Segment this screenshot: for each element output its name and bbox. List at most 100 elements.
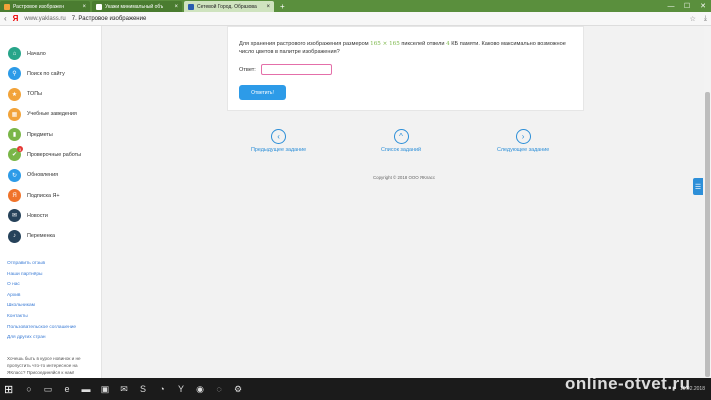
sidebar-item-5[interactable]: ✔ 3 Проверочные работы xyxy=(0,146,101,162)
sidebar-item-label: Начало xyxy=(27,50,46,57)
bookmark-icon[interactable]: ☆ xyxy=(690,15,696,23)
yandex-logo-icon[interactable]: Я xyxy=(13,14,19,23)
sidebar-promo-text: Хочешь быть в курсе новинок и не пропуст… xyxy=(7,356,81,375)
tab-close-icon[interactable]: × xyxy=(174,4,178,10)
prev-task-link[interactable]: ‹ Предыдущее задание xyxy=(251,129,306,153)
next-task-link[interactable]: › Следующее задание xyxy=(497,129,549,153)
tab-label: Укажи минимальный объ xyxy=(105,3,164,10)
edge-icon[interactable]: e xyxy=(61,383,73,395)
books-icon: ▮ xyxy=(8,128,21,142)
close-icon[interactable]: ✕ xyxy=(695,2,711,10)
school-icon: ▦ xyxy=(8,107,21,121)
bell-icon: ♪ xyxy=(8,229,21,243)
yandex-browser-icon[interactable]: Y xyxy=(175,383,187,395)
footer-link[interactable]: Наши партнёры xyxy=(7,272,76,283)
question-size-value: 165 × 165 xyxy=(370,41,400,47)
footer-link[interactable]: Школьникам xyxy=(7,303,76,314)
tab-close-icon[interactable]: × xyxy=(266,4,270,10)
windows-start-icon[interactable]: ⊞ xyxy=(4,383,16,396)
answer-label: Ответ: xyxy=(239,67,256,73)
footer-link[interactable]: Отправить отзыв xyxy=(7,261,76,272)
mail-icon[interactable]: ✉ xyxy=(118,383,130,395)
sidebar: ⌂ Начало ⚲ Поиск по сайту ★ ТОПы ▦ Учебные заве… xyxy=(0,26,102,386)
url-domain[interactable]: www.yaklass.ru xyxy=(24,16,65,22)
maximize-icon[interactable]: ☐ xyxy=(679,2,695,10)
submit-answer-button[interactable]: Ответить! xyxy=(239,85,286,100)
sidebar-item-7[interactable]: Я Подписка Я+ xyxy=(0,189,101,203)
task-list-label: Список заданий xyxy=(381,147,422,153)
search-icon[interactable]: ○ xyxy=(23,383,35,395)
sidebar-item-1[interactable]: ⚲ Поиск по сайту xyxy=(0,67,101,81)
sidebar-item-label: Переменка xyxy=(27,233,56,240)
chrome-icon[interactable]: ◉ xyxy=(194,383,206,395)
sidebar-item-label: Подписка Я+ xyxy=(27,192,60,199)
sidebar-item-label: Предметы xyxy=(27,131,53,138)
browser-tab-bar: Растровое изображен × Укажи минимальный … xyxy=(0,0,711,12)
question-text-part: Для хранения растрового изображения разм… xyxy=(239,41,371,47)
sidebar-item-label: Поиск по сайту xyxy=(27,70,65,77)
sidebar-item-9[interactable]: ♪ Переменка xyxy=(0,229,101,243)
page-scrollbar[interactable] xyxy=(704,26,711,378)
sidebar-item-label: Проверочные работы xyxy=(27,151,82,158)
browser-tab-3[interactable]: Сетевой Город. Образова × xyxy=(184,1,274,12)
tab-favicon-icon xyxy=(4,3,10,10)
prev-task-label: Предыдущее задание xyxy=(251,147,307,153)
sidebar-item-6[interactable]: ↻ Обновления xyxy=(0,168,101,182)
sidebar-item-0[interactable]: ⌂ Начало xyxy=(0,47,101,60)
footer-link[interactable]: Архив xyxy=(7,293,76,304)
skype-icon[interactable]: S xyxy=(137,383,149,395)
refresh-icon: ↻ xyxy=(8,168,21,182)
viber-icon[interactable]: ◌ xyxy=(213,383,225,395)
chevron-right-icon: › xyxy=(515,129,531,144)
news-icon: ✉ xyxy=(8,209,21,223)
home-icon: ⌂ xyxy=(8,47,21,60)
search-icon: ⚲ xyxy=(8,67,21,81)
footer-link[interactable]: Пользовательское соглашение xyxy=(7,325,76,336)
taskbar-apps: ○ ▭ e ▬ ▣ ✉ S ◔ Y ◉ ◌ ⚙ xyxy=(23,383,244,395)
store-icon[interactable]: ▣ xyxy=(99,383,111,395)
back-icon[interactable]: ‹ xyxy=(4,14,7,23)
sidebar-item-label: Учебные заведения xyxy=(27,111,77,118)
chevron-up-icon: ^ xyxy=(393,129,409,144)
answer-input[interactable] xyxy=(261,64,332,75)
footer-link[interactable]: Для других стран xyxy=(7,335,76,346)
check-icon: ✔ 3 xyxy=(8,146,23,162)
sidebar-item-2[interactable]: ★ ТОПы xyxy=(0,87,101,101)
task-question: Для хранения растрового изображения разм… xyxy=(239,40,577,56)
feedback-tab-button[interactable]: ☰ xyxy=(693,178,703,195)
download-icon[interactable]: ⤓ xyxy=(704,15,707,23)
minimize-icon[interactable]: — xyxy=(663,3,679,10)
tab-close-icon[interactable]: × xyxy=(82,4,86,10)
tab-favicon-icon xyxy=(188,3,194,10)
whatsapp-icon[interactable]: ◔ xyxy=(156,383,168,395)
copyright: Copyright © 2018 ООО ЯКласс xyxy=(373,175,436,180)
task-card: Для хранения растрового изображения разм… xyxy=(227,26,584,111)
app-icon[interactable]: ⚙ xyxy=(232,383,244,395)
browser-tab-2[interactable]: Укажи минимальный объ × xyxy=(92,1,182,12)
sidebar-item-4[interactable]: ▮ Предметы xyxy=(0,128,101,142)
scrollbar-thumb[interactable] xyxy=(705,92,710,377)
address-bar-actions: ☆ ⤓ xyxy=(690,15,707,23)
feedback-icon: ☰ xyxy=(694,183,702,191)
sidebar-links: Отправить отзыв Наши партнёры О нас Архив Шк… xyxy=(7,261,76,346)
footer-link[interactable]: Контакты xyxy=(7,314,76,325)
sidebar-item-label: Новости xyxy=(27,212,48,219)
browser-tab-1[interactable]: Растровое изображен × xyxy=(0,1,90,12)
tab-label: Сетевой Город. Образова xyxy=(197,3,257,10)
address-bar: ‹ Я www.yaklass.ru 7. Растровое изображе… xyxy=(0,12,711,26)
footer-link[interactable]: О нас xyxy=(7,282,76,293)
star-icon: ★ xyxy=(8,87,21,101)
subscription-icon: Я xyxy=(8,189,21,203)
folder-icon[interactable]: ▬ xyxy=(80,383,92,395)
task-view-icon[interactable]: ▭ xyxy=(42,383,54,395)
window-controls: — ☐ ✕ xyxy=(663,0,711,12)
sidebar-item-label: Обновления xyxy=(27,172,59,179)
new-tab-button[interactable]: + xyxy=(276,1,289,12)
sidebar-item-8[interactable]: ✉ Новости xyxy=(0,209,101,223)
question-text-part: пикселей отвели xyxy=(399,41,447,47)
watermark: online-otvet.ru xyxy=(565,374,691,393)
task-list-link[interactable]: ^ Список заданий xyxy=(381,129,421,153)
sidebar-item-3[interactable]: ▦ Учебные заведения xyxy=(0,107,101,121)
sidebar-menu: ⌂ Начало ⚲ Поиск по сайту ★ ТОПы ▦ Учебные заве… xyxy=(0,26,101,243)
url-page-title[interactable]: 7. Растровое изображение xyxy=(72,16,147,22)
